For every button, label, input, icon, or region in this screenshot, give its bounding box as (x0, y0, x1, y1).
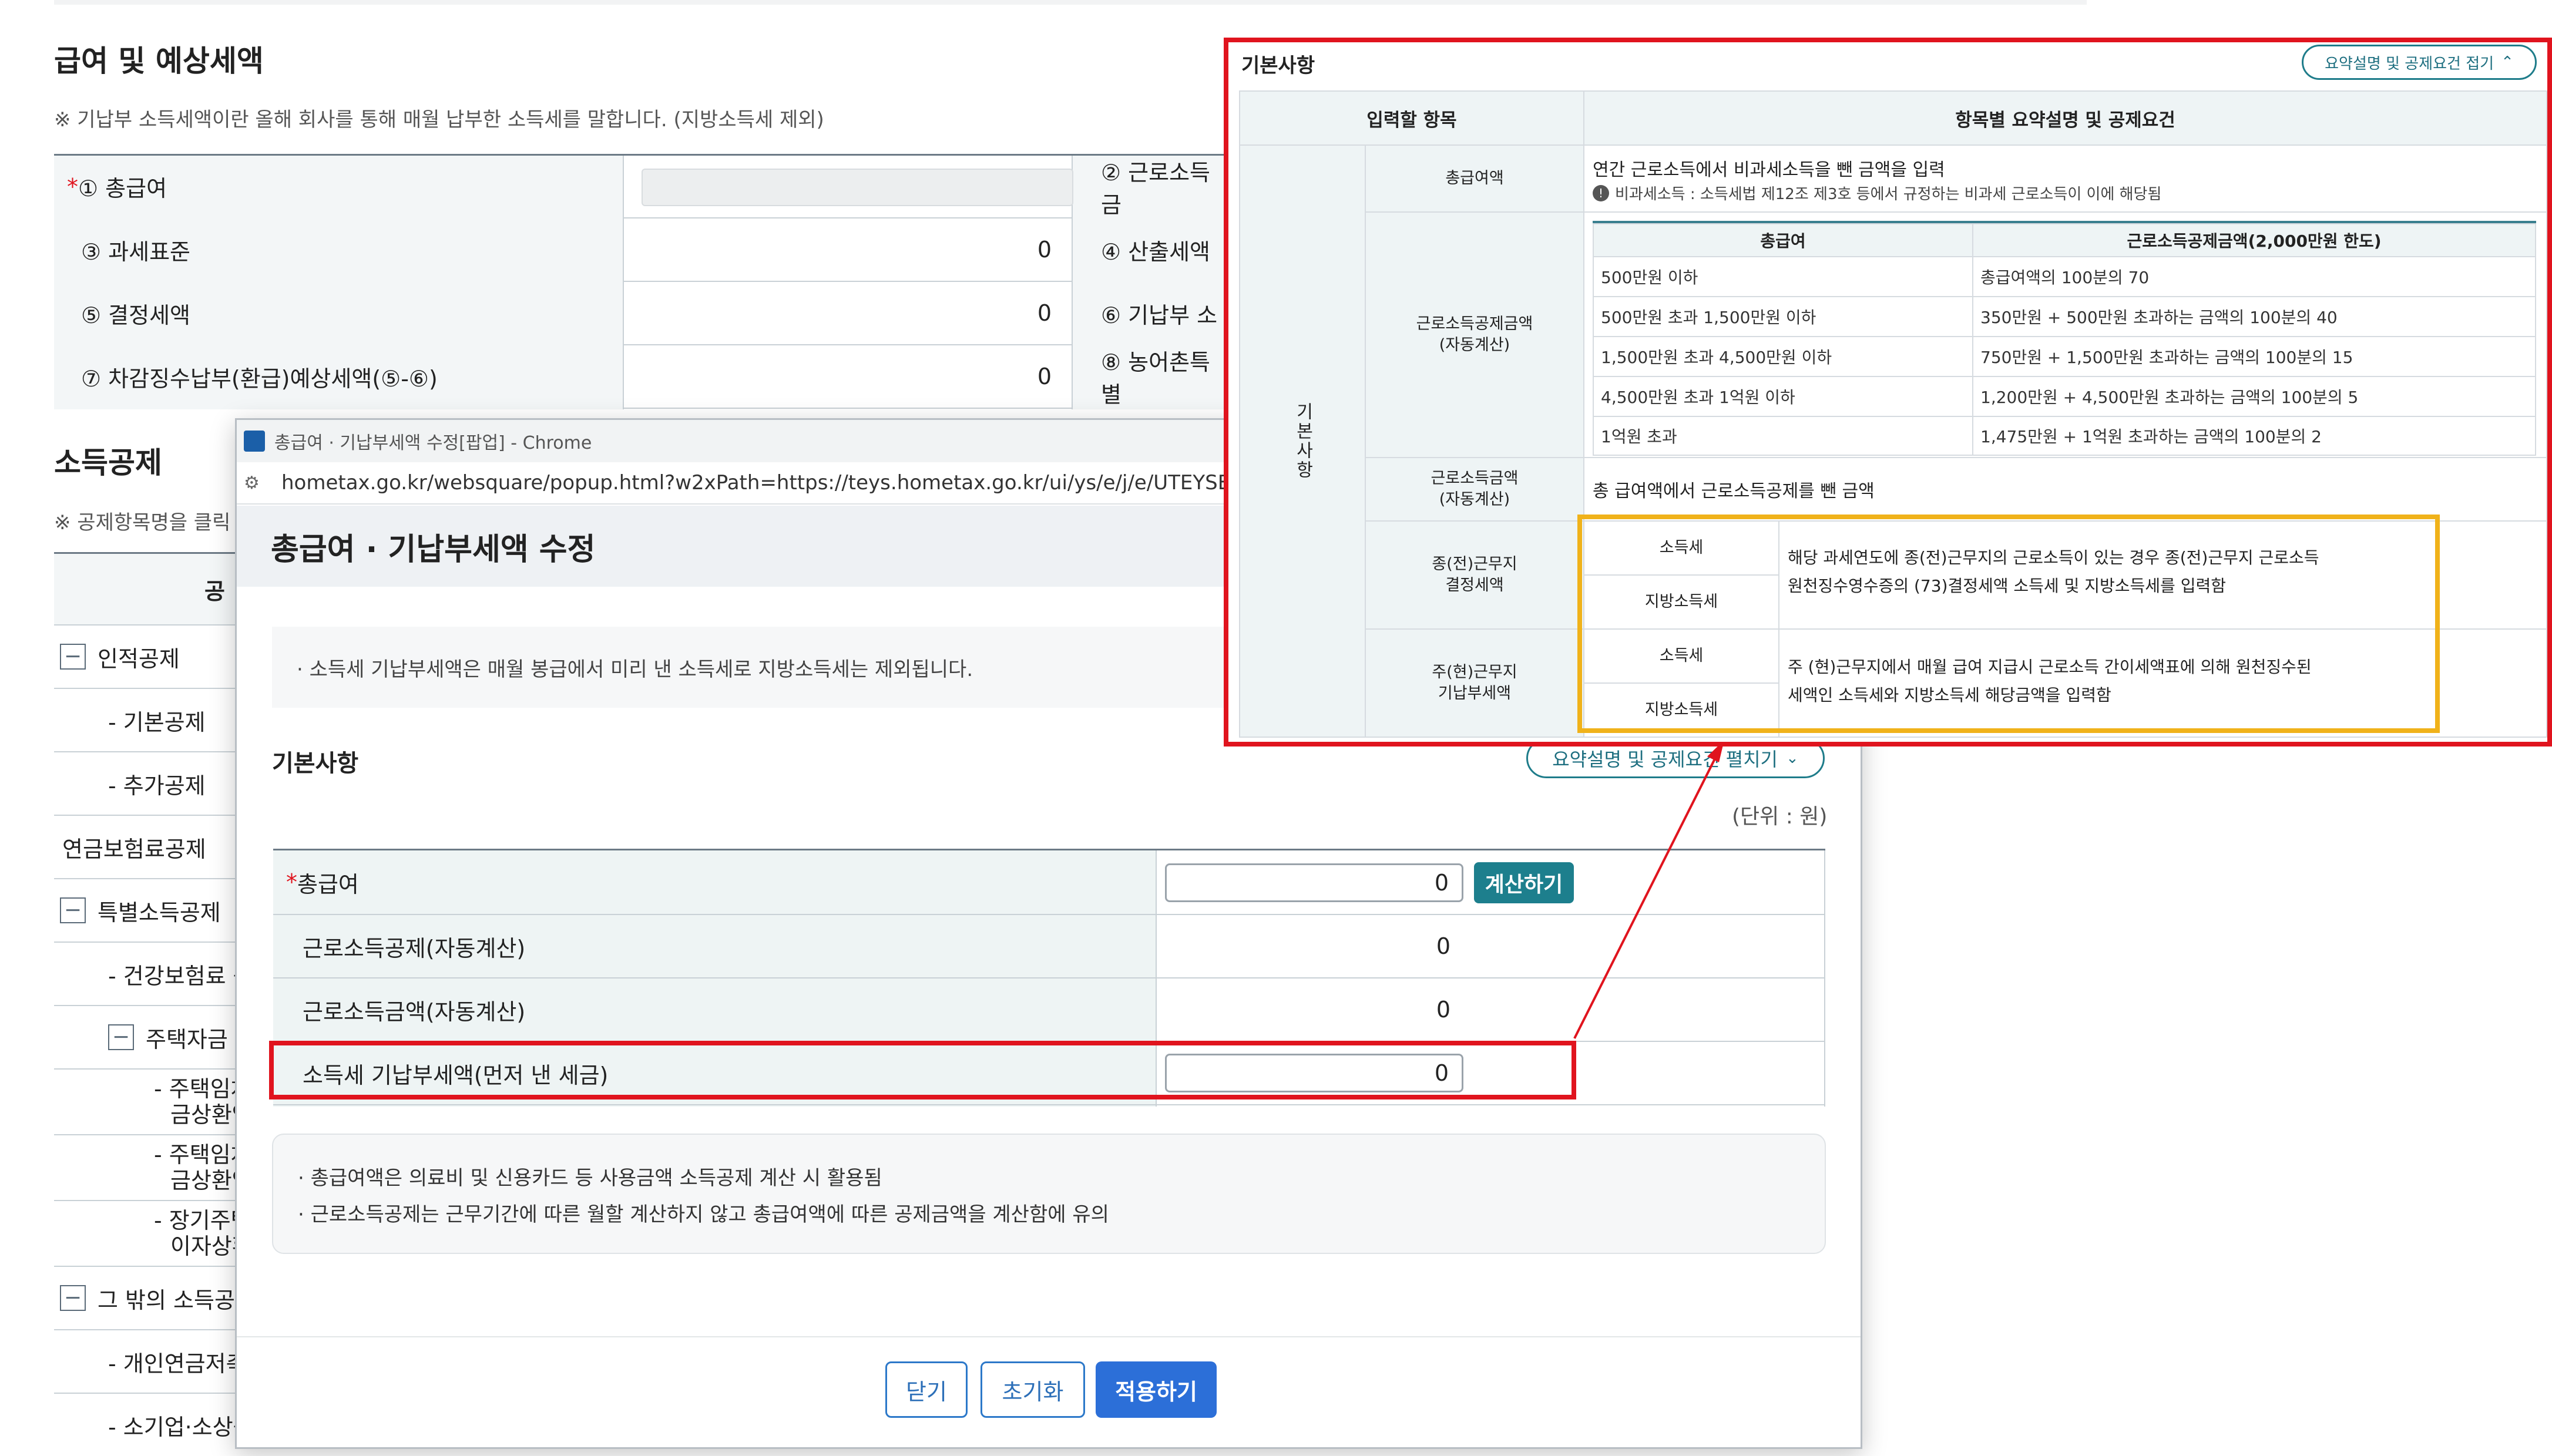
form-income-deduction-label: 근로소득공제(자동계산) (303, 935, 526, 961)
deduction-row-3-formula: 750만원 + 1,500만원 초과하는 금액의 100분의 15 (1972, 336, 2536, 377)
tree-item-additional[interactable]: - 추가공제 (108, 752, 206, 815)
reset-button[interactable]: 초기화 (980, 1361, 1085, 1418)
overlay-curr-work-label: 주(현)근무지 기납부세액 (1365, 628, 1584, 738)
deduction-row-2-range: 500만원 초과 1,500만원 이하 (1593, 296, 1973, 337)
row-refund-estimate-label: ⑦ 차감징수납부(환급)예상세액(⑤-⑥) (81, 365, 438, 392)
row-refund-estimate-value: 0 (1037, 364, 1052, 389)
overlay-group-label: 기본사항 (1239, 144, 1366, 738)
deduction-row-2-formula: 350만원 + 500만원 초과하는 금액의 100분의 40 (1972, 296, 2536, 337)
tree-item-special[interactable]: − 특별소득공제 (60, 879, 221, 941)
collapse-toggle-icon[interactable]: − (60, 1285, 86, 1311)
deduction-row-5-range: 1억원 초과 (1593, 416, 1973, 456)
window-title: 총급여 · 기납부세액 수정[팝업] - Chrome (274, 433, 592, 453)
basic-section-label: 기본사항 (272, 750, 359, 777)
form-income-amount-value: 0 (1436, 997, 1450, 1023)
row-decided-tax-value: 0 (1037, 300, 1052, 326)
close-button[interactable]: 닫기 (885, 1361, 968, 1418)
footer-divider (237, 1336, 1861, 1337)
required-mark: * (67, 173, 78, 200)
tree-item-personal-pension[interactable]: - 개인연금저축 (108, 1330, 247, 1393)
salary-section-title: 급여 및 예상세액 (54, 44, 264, 78)
deduction-row-4-formula: 1,200만원 + 4,500만원 초과하는 금액의 100분의 5 (1972, 376, 2536, 417)
hint-1: · 총급여액은 의료비 및 신용카드 등 사용금액 소득공제 계산 시 활용됨 (298, 1166, 882, 1190)
row4-right-label: ④ 산출세액 (1101, 238, 1210, 265)
tree-item-other[interactable]: − 그 밖의 소득공 (60, 1267, 235, 1329)
collapse-summary-button[interactable]: 요약설명 및 공제요건 접기 ⌃ (2302, 45, 2537, 80)
overlay-head-item: 입력할 항목 (1239, 90, 1584, 146)
tree-item-housing[interactable]: − 주택자금 (108, 1006, 228, 1068)
chevron-down-icon: ⌄ (1786, 749, 1799, 767)
deduction-col1-head: 총급여 (1593, 223, 1973, 257)
overlay-head-desc: 항목별 요약설명 및 공제요건 (1583, 90, 2547, 146)
overlay-income-amount-desc: 총 급여액에서 근로소득공제를 뺀 금액 (1583, 457, 2547, 522)
deduction-col2-head: 근로소득공제금액(2,000만원 한도) (1972, 223, 2536, 257)
overlay-title: 기본사항 (1241, 54, 1315, 78)
highlight-workplace-tax-rows (1577, 515, 2440, 733)
deduction-col-head: 공 (204, 578, 225, 604)
tree-item-health[interactable]: - 건강보험료 등 (108, 943, 254, 1005)
unit-label: (단위 : 원) (1732, 805, 1828, 829)
deduction-note: ※ 공제항목명을 클릭 (54, 511, 231, 534)
hometax-logo-icon (244, 431, 265, 452)
info-icon: ! (1593, 184, 1609, 201)
row-tax-base-value: 0 (1037, 237, 1052, 263)
form-income-amount-label: 근로소득금액(자동계산) (303, 998, 526, 1025)
row6-right-label: ⑥ 기납부 소 (1101, 302, 1218, 328)
top-divider (54, 0, 2087, 5)
salary-table: * ① 총급여 ② 근로소득금 ③ 과세표준 0 ④ 산출세액 ⑤ 결정세액 0… (54, 154, 1229, 409)
required-mark: * (286, 869, 297, 895)
apply-button[interactable]: 적용하기 (1096, 1361, 1217, 1418)
overlay-total-salary-desc: 연간 근로소득에서 비과세소득을 뺀 금액을 입력 (1593, 160, 1945, 180)
row-tax-base-label: ③ 과세표준 (81, 238, 190, 265)
tree-item-pension[interactable]: 연금보험료공제 (62, 816, 206, 878)
connector-arrow (1573, 740, 1724, 1039)
salary-note: ※ 기납부 소득세액이란 올해 회사를 통해 매월 납부한 소득세를 말합니다.… (54, 108, 824, 132)
hint-2: · 근로소득공제는 근무기간에 따른 월할 계산하지 않고 총급여액에 따른 공… (298, 1203, 1109, 1226)
deduction-row-1-formula: 총급여액의 100분의 70 (1972, 256, 2536, 297)
form-income-deduction-value: 0 (1436, 933, 1450, 959)
row-total-salary-label: * ① 총급여 (67, 173, 167, 202)
highlight-prepaid-tax-row (269, 1041, 1576, 1099)
popup-hints: · 총급여액은 의료비 및 신용카드 등 사용금액 소득공제 계산 시 활용됨 … (272, 1134, 1826, 1254)
overlay-total-salary-sub: ! 비과세소득 : 소득세법 제12조 제3호 등에서 규정하는 비과세 근로소… (1593, 182, 2161, 204)
overlay-deduction-label: 근로소득공제금액 (자동계산) (1365, 211, 1584, 458)
deduction-section-title: 소득공제 (54, 446, 162, 480)
deduction-row-3-range: 1,500만원 초과 4,500만원 이하 (1593, 336, 1973, 377)
overlay-prev-work-label: 종(전)근무지 결정세액 (1365, 520, 1584, 630)
url-text: hometax.go.kr/websquare/popup.html?w2xPa… (281, 471, 1334, 495)
deduction-row-4-range: 4,500만원 초과 1억원 이하 (1593, 376, 1973, 417)
deduction-row-1-range: 500만원 이하 (1593, 256, 1973, 297)
tree-item-basic[interactable]: - 기본공제 (108, 689, 206, 751)
tree-item-personal[interactable]: − 인적공제 (60, 626, 180, 688)
chevron-up-icon: ⌃ (2501, 53, 2514, 71)
tree-item-small-business[interactable]: - 소기업·소상공 (108, 1394, 254, 1456)
collapse-toggle-icon[interactable]: − (60, 644, 86, 670)
deduction-row-5-formula: 1,475만원 + 1억원 초과하는 금액의 100분의 2 (1972, 416, 2536, 456)
summary-overlay-panel: 기본사항 요약설명 및 공제요건 접기 ⌃ 입력할 항목 항목별 요약설명 및 … (1224, 38, 2552, 747)
overlay-total-salary-label: 총급여액 (1365, 144, 1584, 213)
deduction-table: 공 − 인적공제 - 기본공제 - 추가공제 연금보험료공제 − 특별소득공제 … (54, 552, 254, 1454)
row8-right-label: ⑧ 농어촌특별 (1101, 349, 1210, 408)
overlay-total-salary-desc-cell: 연간 근로소득에서 비과세소득을 뺀 금액을 입력 ! 비과세소득 : 소득세법… (1583, 144, 2547, 213)
overlay-deduction-table: 총급여 근로소득공제금액(2,000만원 한도) 500만원 이하 총급여액의 … (1583, 211, 2547, 458)
collapse-toggle-icon[interactable]: − (60, 897, 86, 923)
total-salary-field[interactable]: 0 (1165, 863, 1463, 902)
overlay-income-amount-label: 근로소득금액 (자동계산) (1365, 457, 1584, 522)
total-salary-input[interactable] (642, 169, 1073, 206)
row2-right-label: ② 근로소득금 (1101, 159, 1210, 218)
form-total-salary-label: * 총급여 (286, 869, 359, 897)
site-settings-icon[interactable]: ⚙ (244, 473, 267, 493)
row-decided-tax-label: ⑤ 결정세액 (81, 302, 190, 328)
collapse-toggle-icon[interactable]: − (108, 1024, 134, 1050)
